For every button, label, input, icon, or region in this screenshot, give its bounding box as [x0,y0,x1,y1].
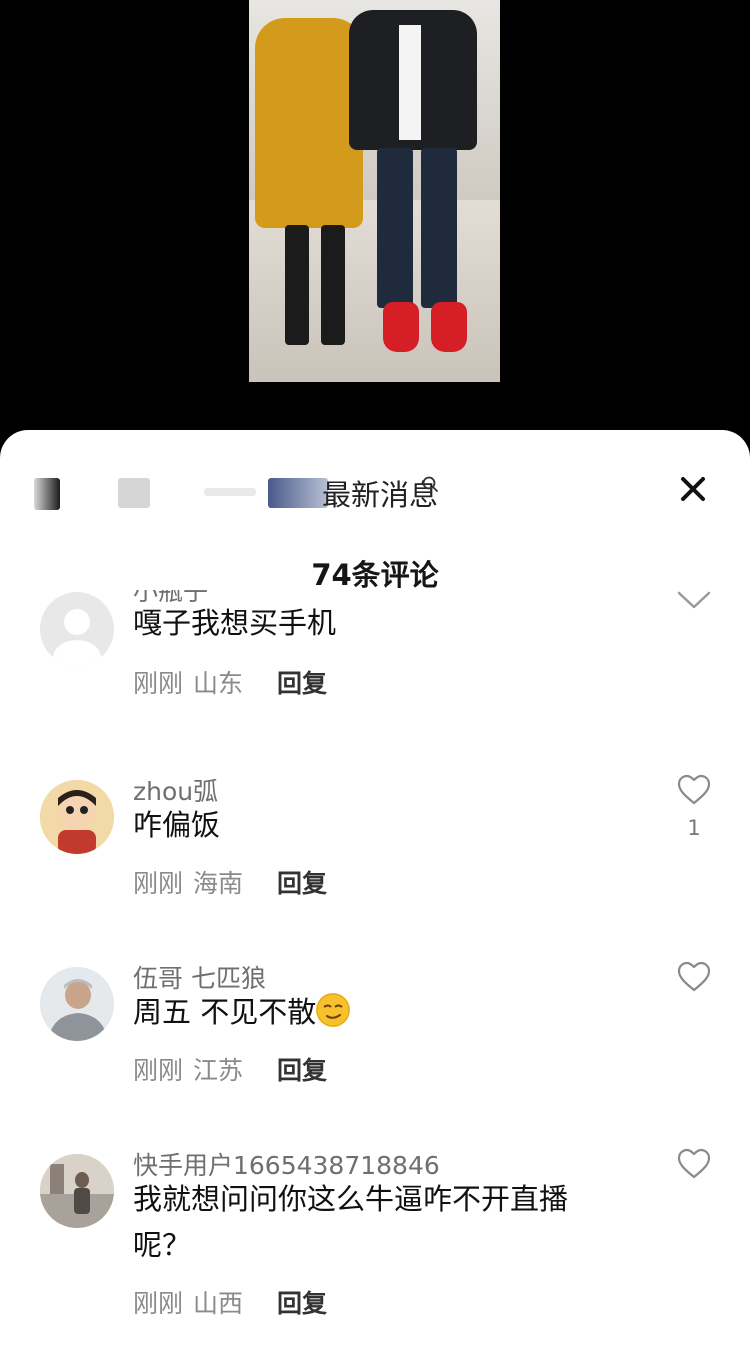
blurred-region [204,488,256,496]
blurred-region [34,478,60,510]
comment-time: 刚刚 [133,669,184,698]
photo-avatar-icon [40,967,114,1041]
person-a-right-leg [321,225,345,345]
avatar[interactable] [40,592,114,666]
comments-sheet: 最新消息 74条评论 小瓶子 嘎子我想买手机 刚刚 山东 回复 zhou弧 咋偏… [0,430,750,1354]
comment-count-title: 74条评论 [311,558,439,592]
comment-region: 江苏 [193,1056,244,1085]
blurred-region [268,478,328,508]
like-count: 1 [687,816,701,840]
reply-button[interactable]: 回复 [277,869,327,898]
comment-text-content: 周五 不见不散 [133,995,317,1029]
comment-time: 刚刚 [133,1289,184,1318]
comment-region: 山西 [193,1289,244,1318]
person-a-left-leg [285,225,309,345]
comment-list[interactable]: 小瓶子 嘎子我想买手机 刚刚 山东 回复 zhou弧 咋偏饭 刚刚 海南 回复 … [0,590,750,1354]
comments-topbar: 最新消息 [0,470,750,512]
person-b-right-leg [421,148,457,308]
photo-avatar-icon [40,1154,114,1228]
comment-text: 周五 不见不散 [133,989,633,1035]
heart-outline-icon[interactable] [676,774,712,806]
video-player[interactable] [0,0,750,440]
comment-meta: 刚刚 山西 回复 [133,1284,327,1320]
search-icon[interactable] [421,475,441,495]
comment-meta: 刚刚 江苏 回复 [133,1051,327,1087]
avatar[interactable] [40,780,114,854]
person-b-left-leg [377,148,413,308]
person-white-shirt [399,25,421,140]
smirk-emoji-icon [316,993,351,1027]
comment-region: 海南 [193,869,244,898]
comment-meta: 刚刚 海南 回复 [133,864,327,900]
reply-button[interactable]: 回复 [277,1289,327,1318]
reply-button[interactable]: 回复 [277,669,327,698]
red-shoe-left [383,302,419,352]
close-icon[interactable] [676,472,710,506]
default-avatar-icon [53,609,101,666]
comment-time: 刚刚 [133,1056,184,1085]
red-shoe-right [431,302,467,352]
avatar[interactable] [40,1154,114,1228]
comment-time: 刚刚 [133,869,184,898]
cartoon-avatar-icon [40,780,114,854]
video-thumbnail[interactable] [249,0,500,382]
avatar[interactable] [40,967,114,1041]
comment-meta: 刚刚 山东 回复 [133,664,327,700]
reply-button[interactable]: 回复 [277,1056,327,1085]
comment-region: 山东 [193,669,244,698]
heart-outline-icon[interactable] [676,1148,712,1180]
comment-text: 我就想问问你这么牛逼咋不开直播呢？ [133,1182,569,1262]
comment-text: 嘎子我想买手机 [133,606,337,640]
blurred-region [118,478,150,508]
comment-text: 咋偏饭 [133,808,221,842]
person-yellow-coat [255,18,363,228]
heart-outline-icon[interactable] [676,961,712,993]
chevron-down-icon[interactable] [676,590,712,616]
